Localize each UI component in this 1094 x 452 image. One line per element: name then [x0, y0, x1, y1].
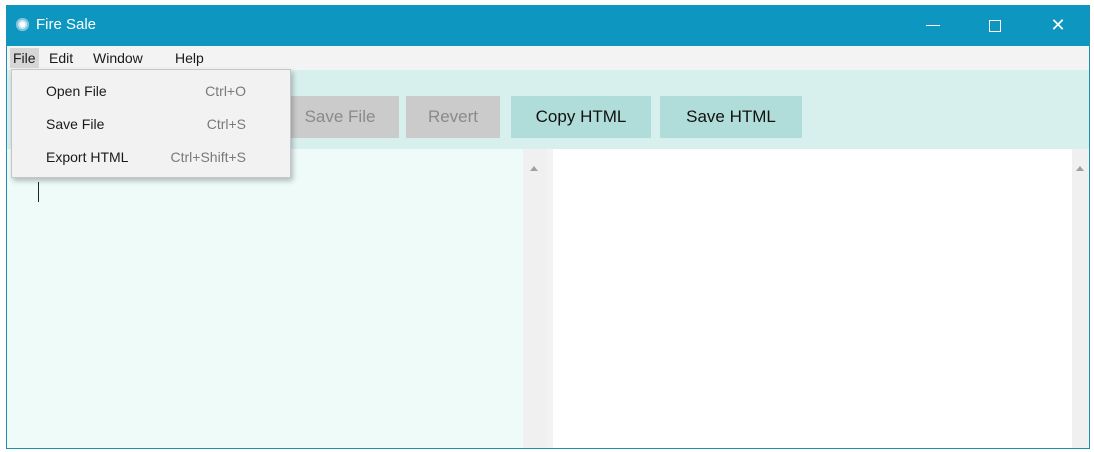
- markdown-editor[interactable]: [7, 149, 523, 448]
- scroll-up-arrow-icon[interactable]: [530, 166, 538, 171]
- file-menu-dropdown: Open File Ctrl+O Save File Ctrl+S Export…: [11, 69, 291, 178]
- editor-scrollbar[interactable]: [523, 149, 546, 448]
- menu-item-open-file[interactable]: Open File Ctrl+O: [12, 77, 290, 107]
- close-icon: ✕: [1050, 15, 1066, 35]
- html-preview: [553, 149, 1072, 448]
- menu-help[interactable]: Help: [172, 48, 207, 68]
- minimize-button[interactable]: [910, 5, 956, 46]
- menu-file[interactable]: File: [10, 48, 39, 68]
- title-bar[interactable]: Fire Sale ✕: [7, 5, 1089, 46]
- scroll-up-arrow-icon[interactable]: [1076, 166, 1084, 171]
- maximize-button[interactable]: [972, 5, 1018, 46]
- menu-item-export-html[interactable]: Export HTML Ctrl+Shift+S: [12, 143, 290, 173]
- minimize-icon: [926, 25, 940, 26]
- text-caret: [38, 182, 39, 202]
- menu-item-save-file[interactable]: Save File Ctrl+S: [12, 110, 290, 140]
- copy-html-button[interactable]: Copy HTML: [511, 96, 651, 138]
- menu-item-label: Open File: [46, 83, 107, 99]
- window-title: Fire Sale: [36, 16, 97, 33]
- app-logo-icon: [16, 18, 29, 31]
- menu-item-label: Save File: [46, 116, 105, 132]
- menu-item-shortcut: Ctrl+S: [206, 116, 246, 132]
- menu-window[interactable]: Window: [90, 48, 146, 68]
- menu-bar: File Edit Window Help: [7, 46, 1089, 70]
- save-file-button[interactable]: Save File: [281, 96, 399, 138]
- revert-button[interactable]: Revert: [406, 96, 500, 138]
- menu-edit[interactable]: Edit: [46, 48, 76, 68]
- menu-item-shortcut: Ctrl+O: [205, 83, 246, 99]
- menu-item-label: Export HTML: [46, 149, 129, 165]
- maximize-icon: [989, 19, 1001, 32]
- save-html-button[interactable]: Save HTML: [660, 96, 802, 138]
- close-button[interactable]: ✕: [1035, 5, 1081, 46]
- menu-item-shortcut: Ctrl+Shift+S: [170, 149, 246, 165]
- preview-scrollbar[interactable]: [1072, 149, 1089, 448]
- app-window: Fire Sale ✕ File Edit Window Help Save F…: [6, 5, 1090, 449]
